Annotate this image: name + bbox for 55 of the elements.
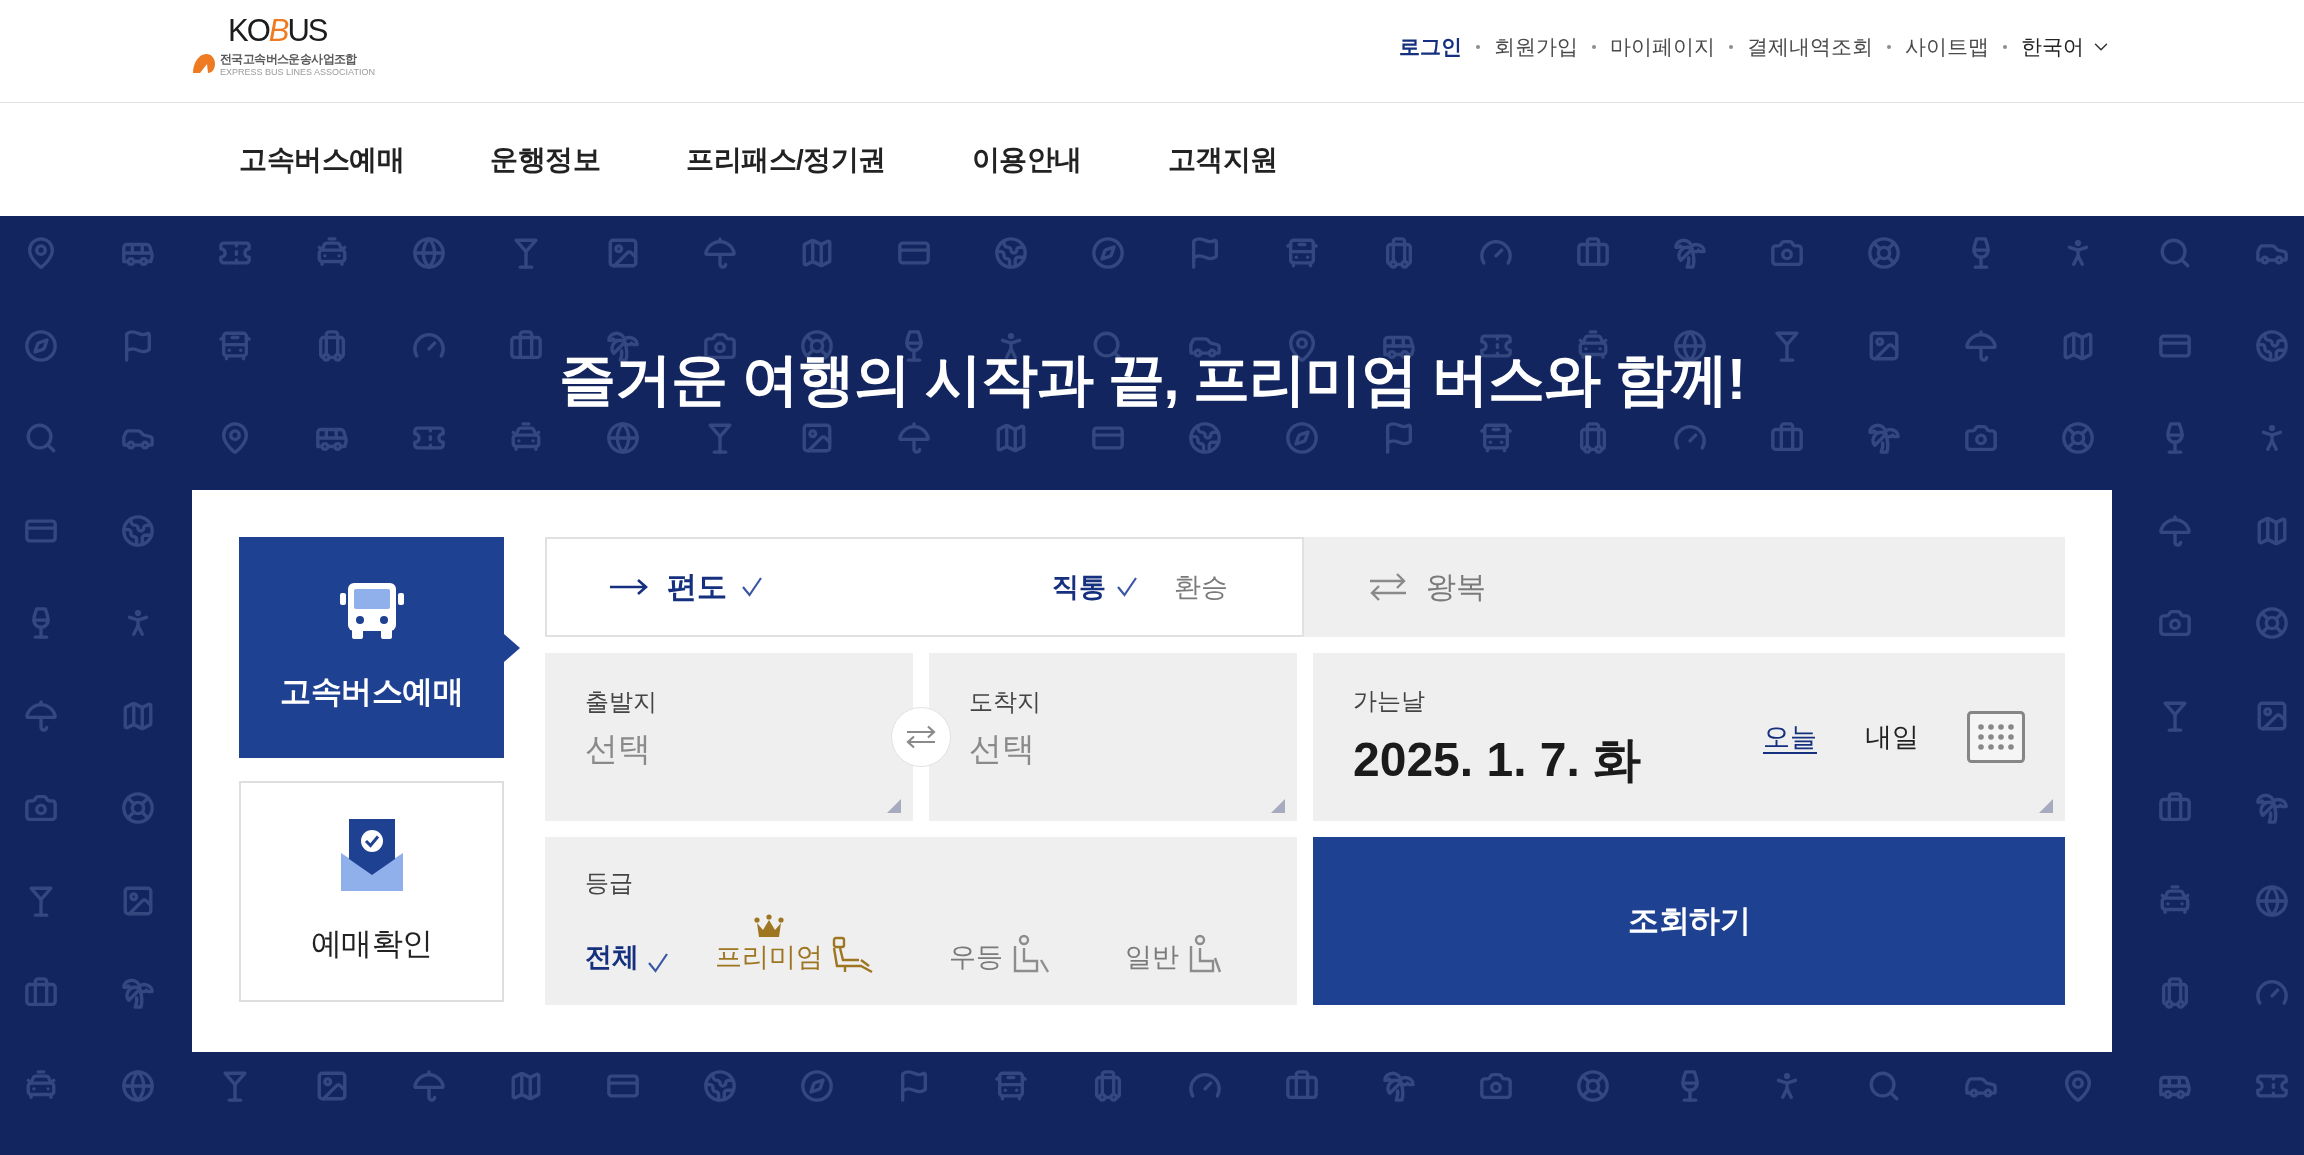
field-label: 도착지 bbox=[969, 687, 1041, 717]
hero-title: 즐거운 여행의 시작과 끝, 프리미엄 버스와 함께! bbox=[559, 346, 1745, 412]
trip-type-tab[interactable]: 편도 직통 환승 bbox=[545, 537, 1304, 637]
grade-option[interactable]: 전체 bbox=[585, 940, 669, 974]
search-button[interactable]: 조회하기 bbox=[1313, 837, 2065, 1005]
trip-type-tab[interactable]: 왕복 bbox=[1304, 537, 2065, 637]
check-icon bbox=[1116, 576, 1138, 598]
side-tab[interactable]: 고속버스예매 bbox=[239, 537, 504, 758]
calendar-icon[interactable] bbox=[1967, 711, 2025, 763]
main-nav-link[interactable]: 고객지원 bbox=[1167, 140, 1278, 179]
crown-icon bbox=[754, 914, 784, 938]
envelope-check-icon bbox=[340, 818, 403, 891]
utility-link[interactable]: 로그인 bbox=[1399, 32, 1462, 62]
logo-emblem-icon bbox=[192, 52, 216, 74]
main-nav-link[interactable]: 운행정보 bbox=[490, 140, 600, 179]
field-label: 출발지 bbox=[585, 687, 657, 717]
day-shortcut-link[interactable]: 오늘 bbox=[1763, 720, 1817, 754]
association-tagline: EXPRESS BUS LINES ASSOCIATION bbox=[220, 67, 375, 78]
date-field[interactable]: 가는날 2025. 1. 7. 화 오늘 내일 bbox=[1313, 653, 2065, 821]
main-nav-link[interactable]: 프리패스/정기권 bbox=[686, 140, 886, 179]
check-icon bbox=[647, 952, 669, 974]
field-placeholder: 선택 bbox=[969, 729, 1035, 769]
swap-arrows-icon bbox=[1368, 572, 1408, 602]
utility-link[interactable]: 마이페이지 bbox=[1610, 32, 1715, 62]
main-nav-link[interactable]: 이용안내 bbox=[971, 140, 1082, 179]
side-tab[interactable]: 예매확인 bbox=[239, 781, 504, 1002]
main-nav-link[interactable]: 고속버스예매 bbox=[239, 140, 404, 179]
check-icon bbox=[741, 576, 763, 598]
arrival-field[interactable]: 도착지 선택 bbox=[929, 653, 1297, 821]
day-shortcut-link[interactable]: 내일 bbox=[1865, 720, 1919, 754]
association-name: 전국고속버스운송사업조합 bbox=[220, 52, 357, 67]
bus-icon bbox=[339, 582, 404, 639]
grade-option[interactable]: 우등 bbox=[949, 934, 1051, 974]
grade-option[interactable]: 일반 bbox=[1125, 934, 1227, 974]
seat-icon bbox=[831, 936, 875, 974]
seat-icon bbox=[1011, 934, 1051, 974]
utility-link[interactable]: 결제내역조회 bbox=[1747, 32, 1873, 62]
utility-link[interactable]: 회원가입 bbox=[1494, 32, 1578, 62]
route-type-toggle[interactable]: 직통 bbox=[1052, 569, 1138, 605]
corner-triangle-icon bbox=[2039, 799, 2053, 813]
corner-triangle-icon bbox=[1271, 799, 1285, 813]
language-dropdown[interactable]: 한국어 bbox=[2021, 32, 2112, 62]
logo-wordmark[interactable]: KOBUS bbox=[228, 14, 327, 48]
grade-option[interactable]: 프리미엄 bbox=[715, 914, 875, 974]
corner-triangle-icon bbox=[887, 799, 901, 813]
utility-link[interactable]: 사이트맵 bbox=[1905, 32, 1989, 62]
field-label: 가는날 bbox=[1353, 686, 1425, 716]
field-placeholder: 선택 bbox=[585, 729, 651, 769]
field-label: 등급 bbox=[585, 868, 633, 898]
date-value: 2025. 1. 7. 화 bbox=[1353, 732, 1642, 788]
departure-field[interactable]: 출발지 선택 bbox=[545, 653, 913, 821]
swap-arrows-icon bbox=[905, 725, 937, 749]
arrow-right-icon bbox=[609, 577, 649, 597]
tab-pointer-icon bbox=[504, 633, 520, 662]
route-type-toggle[interactable]: 환승 bbox=[1174, 569, 1228, 605]
